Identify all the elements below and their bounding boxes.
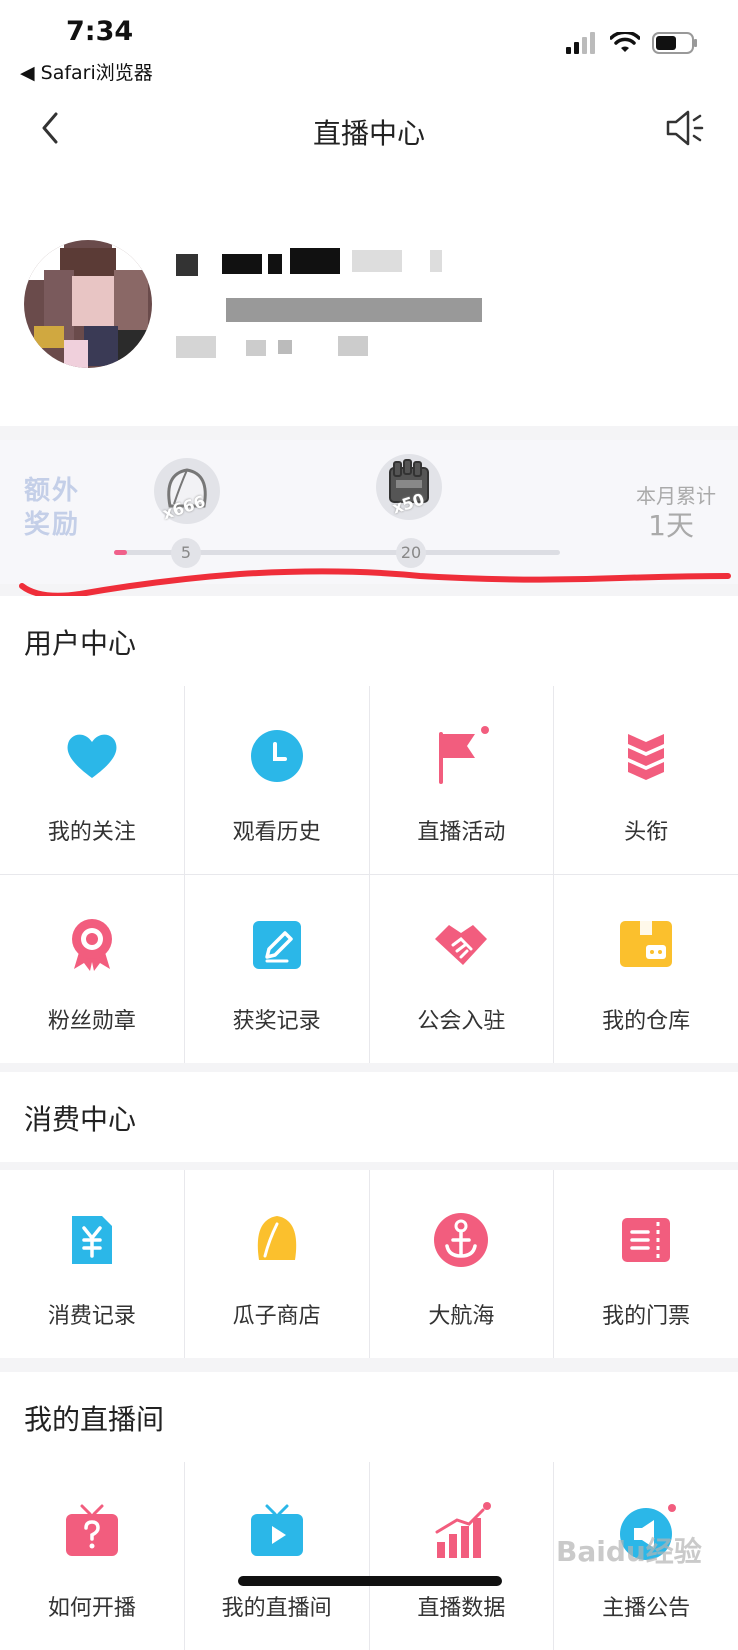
section-title: 我的直播间 (24, 1403, 165, 1436)
month-total-days: 1天 (648, 509, 694, 542)
handshake-icon (435, 925, 488, 965)
extra-reward-label: 额外 奖励 (24, 476, 81, 540)
tv-question-icon (65, 1504, 118, 1556)
section-title: 用户中心 (24, 627, 137, 660)
section-consumption-center: 消费中心 (0, 1072, 738, 1162)
grid-item-my-warehouse[interactable]: 我的仓库 (554, 875, 738, 1063)
user-center-grid: 我的关注 观看历史 直播活动 头衔 粉丝勋章 获奖记录 公会入驻 我的仓库 (0, 686, 738, 1063)
chevrons-icon (628, 734, 665, 780)
yen-icon (71, 1216, 112, 1264)
status-bar: 7:34 ◀ Safari浏览器 (0, 0, 738, 92)
grid-item-my-live-room[interactable]: 我的直播间 (184, 1462, 369, 1650)
anchor-icon (434, 1213, 489, 1267)
grid-item-award-records[interactable]: 获奖记录 (184, 875, 369, 1063)
box-icon (620, 921, 673, 967)
clock-icon (250, 730, 303, 782)
grid-item-guild-join[interactable]: 公会入驻 (369, 875, 554, 1063)
pencil-icon (252, 921, 301, 969)
nav-bar: 直播中心 (0, 92, 738, 170)
baidu-watermark: Baidu经验 (556, 1535, 702, 1568)
section-title: 消费中心 (24, 1103, 137, 1136)
flag-icon (439, 726, 490, 784)
chart-icon (435, 1502, 492, 1558)
grid-item-watch-history[interactable]: 观看历史 (184, 686, 369, 874)
ticket-icon (622, 1218, 671, 1262)
heart-icon (67, 734, 117, 778)
seed-icon (257, 1216, 296, 1260)
grid-item-spending-records[interactable]: 消费记录 (0, 1170, 184, 1358)
grid-item-fan-medal[interactable]: 粉丝勋章 (0, 875, 184, 1063)
home-indicator[interactable] (238, 1576, 502, 1586)
status-time: 7:34 (66, 16, 134, 47)
wifi-icon (610, 32, 640, 52)
reward-progress-fill (114, 550, 128, 555)
grid-item-live-data[interactable]: 直播数据 (369, 1462, 554, 1650)
grid-item-voyage[interactable]: 大航海 (369, 1170, 554, 1358)
milestone-reward-2[interactable]: x50 (376, 454, 442, 520)
user-id-redacted (226, 298, 482, 322)
tv-play-icon (250, 1504, 303, 1556)
grid-item-how-to-stream[interactable]: 如何开播 (0, 1462, 184, 1650)
signal-icon (566, 32, 595, 54)
medal-icon (71, 919, 112, 971)
grid-item-titles[interactable]: 头衔 (554, 686, 738, 874)
page-title: 直播中心 (312, 117, 425, 150)
consumption-center-grid: 消费记录 瓜子商店 大航海 我的门票 (0, 1170, 738, 1358)
section-user-center: 用户中心 (0, 596, 738, 686)
grid-item-my-follows[interactable]: 我的关注 (0, 686, 184, 874)
profile-card[interactable] (0, 170, 738, 426)
back-to-safari-link[interactable]: ◀ Safari浏览器 (20, 58, 153, 85)
grid-item-seed-store[interactable]: 瓜子商店 (184, 1170, 369, 1358)
grid-item-live-events[interactable]: 直播活动 (369, 686, 554, 874)
status-icons (566, 32, 698, 54)
section-my-live-room: 我的直播间 (0, 1372, 738, 1462)
grid-item-my-tickets[interactable]: 我的门票 (554, 1170, 738, 1358)
speaker-icon[interactable] (662, 106, 706, 150)
avatar[interactable] (24, 240, 152, 368)
milestone-reward-1[interactable]: x666 (154, 458, 220, 524)
battery-icon (652, 32, 697, 54)
